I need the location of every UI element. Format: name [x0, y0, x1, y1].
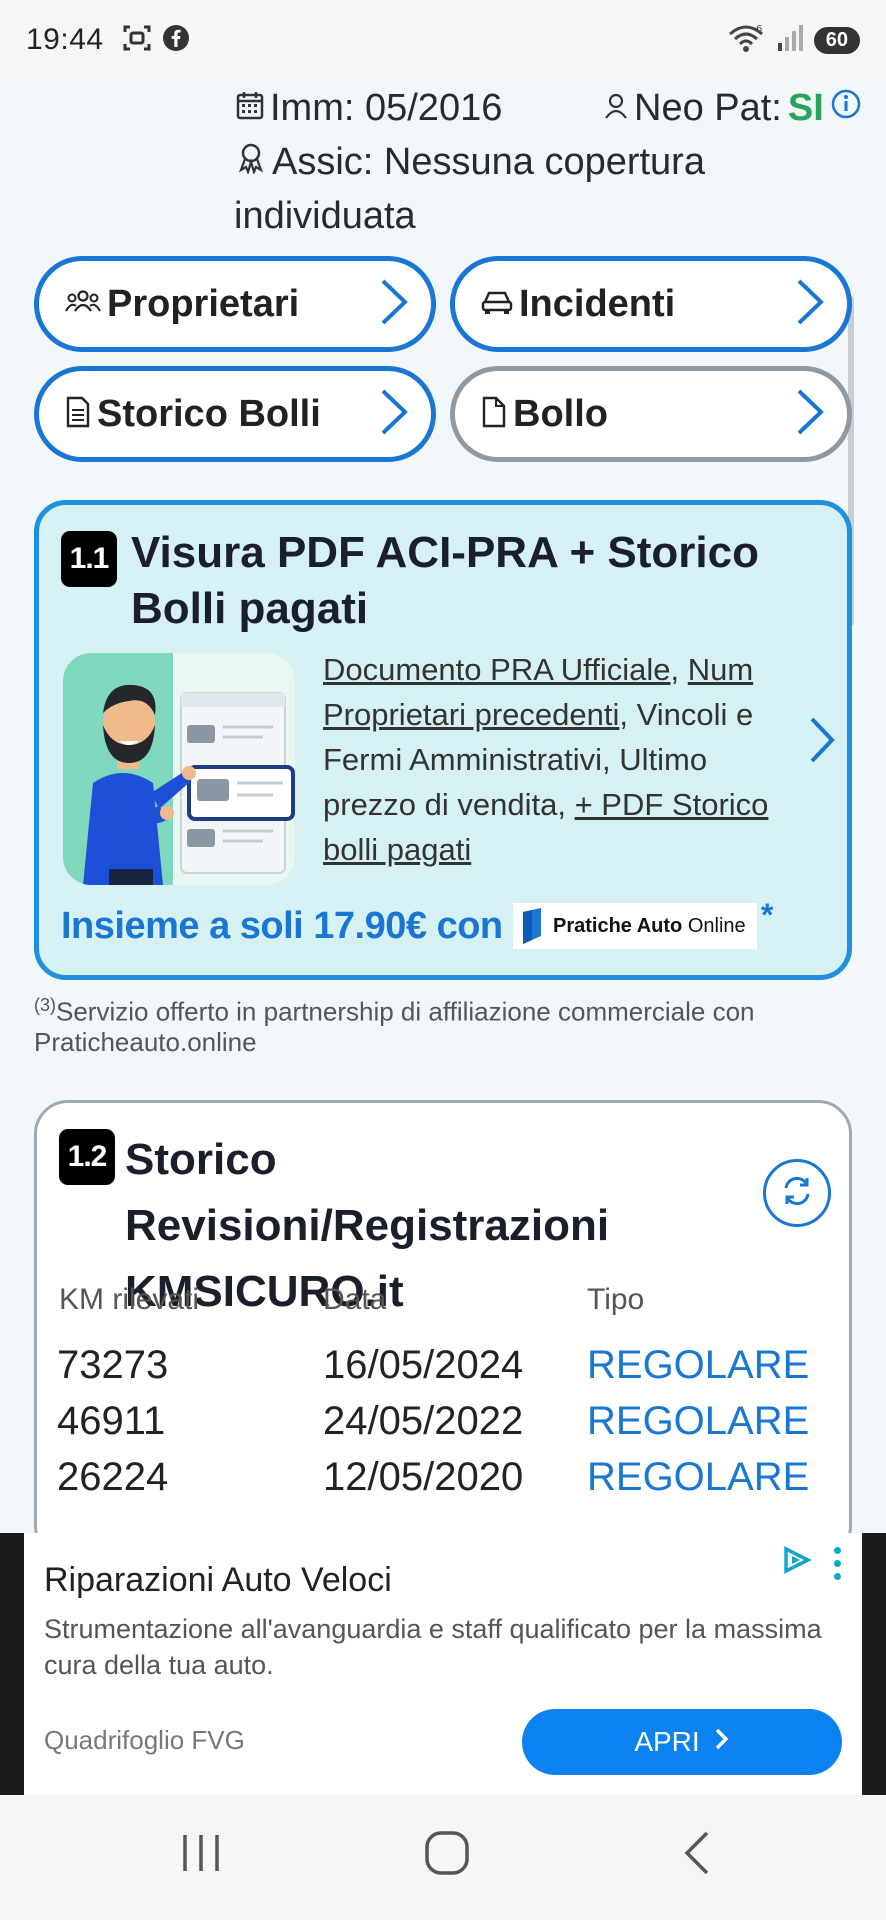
- insurance-line: Assic: Nessuna copertura: [236, 134, 705, 190]
- home-icon: [424, 1830, 470, 1881]
- link-pdf-storico[interactable]: + PDF Storico: [575, 787, 769, 822]
- desc-separator: ,: [670, 652, 688, 687]
- ad-open-button[interactable]: APRI: [522, 1709, 842, 1775]
- refresh-icon: [779, 1173, 815, 1214]
- owners-button[interactable]: Proprietari: [34, 256, 436, 352]
- ad-advertiser: Quadrifoglio FVG: [44, 1725, 245, 1755]
- type-value: REGOLARE: [587, 1343, 810, 1387]
- wifi-icon: 6: [726, 22, 766, 59]
- asterisk: *: [761, 897, 774, 933]
- tax-button[interactable]: Bollo: [450, 366, 852, 462]
- visura-card[interactable]: 1.1 Visura PDF ACI-PRA + Storico Bolli p…: [34, 500, 852, 980]
- footnote: (3)Servizio offerto in partnership di af…: [34, 990, 854, 1057]
- award-icon: [236, 141, 266, 184]
- chevron-right-icon: [793, 277, 827, 332]
- recent-apps-icon: [179, 1831, 223, 1880]
- desc-text-2: Fermi Amministrativi, Ultimo: [323, 742, 708, 777]
- document-lines-icon: [65, 396, 91, 433]
- neo-pat-value: SI: [787, 86, 824, 129]
- chevron-right-icon: [714, 1726, 730, 1758]
- footnote-marker: (3): [34, 995, 56, 1015]
- back-button[interactable]: [662, 1825, 732, 1885]
- screenshot-icon: [122, 23, 152, 58]
- battery-icon: 60: [813, 26, 860, 54]
- footnote-text-2: Praticheauto.online: [34, 1026, 257, 1057]
- adchoices-icon[interactable]: [780, 1545, 814, 1580]
- visura-title-line1: Visura PDF ACI-PRA + Storico: [131, 528, 759, 577]
- km-history-card: 1.2 Storico Revisioni/Registrazioni KMSI…: [34, 1100, 852, 1560]
- person-icon: [604, 87, 628, 130]
- pratiche-auto-online-logo: Pratiche Auto Online: [513, 903, 757, 949]
- info-icon[interactable]: [830, 87, 862, 130]
- ad-menu-icon[interactable]: [834, 1547, 842, 1586]
- tax-history-button[interactable]: Storico Bolli: [34, 366, 436, 462]
- km-title-line1: Storico Revisioni/Registrazioni: [125, 1135, 610, 1250]
- document-icon: [481, 396, 507, 433]
- accidents-label: Incidenti: [519, 282, 676, 325]
- link-proprietari-precedenti[interactable]: Proprietari precedenti: [323, 697, 619, 732]
- desc-text-3: prezzo di vendita,: [323, 787, 575, 822]
- price-text: Insieme a soli 17.90€ con: [61, 905, 503, 947]
- chevron-right-icon: [377, 387, 411, 442]
- visura-title: Visura PDF ACI-PRA + Storico Bolli pagat…: [131, 525, 811, 637]
- date-value: 16/05/2024: [323, 1343, 524, 1387]
- registration-date: Imm: 05/2016: [270, 86, 503, 129]
- col-header-type: Tipo: [587, 1283, 645, 1316]
- navigation-bar: [0, 1795, 886, 1920]
- ad-content[interactable]: Riparazioni Auto Veloci Strumentazione a…: [24, 1533, 862, 1795]
- km-title-line2: KMSICURO.it: [125, 1267, 404, 1316]
- status-time: 19:44: [26, 23, 104, 56]
- insurance-status: Assic: Nessuna copertura: [272, 140, 705, 183]
- accidents-button[interactable]: Incidenti: [450, 256, 852, 352]
- calendar-icon: [236, 87, 264, 130]
- svg-text:6: 6: [756, 24, 762, 35]
- link-num[interactable]: Num: [688, 652, 753, 687]
- registration-line: Imm: 05/2016: [236, 80, 502, 136]
- desc-text-1: , Vincoli e: [619, 697, 754, 732]
- home-button[interactable]: [412, 1825, 482, 1885]
- ad-cta-label: APRI: [634, 1726, 700, 1757]
- ad-title[interactable]: Riparazioni Auto Veloci: [44, 1561, 392, 1600]
- km-value: 73273: [57, 1343, 169, 1387]
- section-badge: 1.1: [61, 531, 117, 587]
- type-value: REGOLARE: [587, 1399, 810, 1443]
- owners-label: Proprietari: [107, 282, 300, 325]
- logo-text-bold: Pratiche Auto: [553, 914, 683, 937]
- insurance-status-cont: individuata: [234, 194, 416, 237]
- refresh-button[interactable]: [763, 1159, 831, 1227]
- chevron-right-icon: [377, 277, 411, 332]
- mechanic-illustration: [63, 653, 295, 885]
- chevron-right-icon: [793, 387, 827, 442]
- back-icon: [679, 1829, 715, 1882]
- recent-apps-button[interactable]: [166, 1825, 236, 1885]
- people-icon: [65, 287, 101, 322]
- chevron-right-icon[interactable]: [807, 715, 837, 770]
- date-value: 12/05/2020: [323, 1455, 524, 1499]
- link-bolli-pagati[interactable]: bolli pagati: [323, 832, 471, 867]
- date-value: 24/05/2022: [323, 1399, 524, 1443]
- neo-pat-label: Neo Pat:: [634, 86, 782, 129]
- neo-pat-line: Neo Pat: SI: [604, 80, 862, 136]
- visura-title-line2: Bolli pagati: [131, 584, 369, 633]
- col-header-date: Data: [323, 1283, 387, 1316]
- visura-description: Documento PRA Ufficiale, Num Proprietari…: [323, 647, 793, 872]
- status-bar: 19:44 6 60: [0, 0, 886, 80]
- tax-history-label: Storico Bolli: [97, 392, 321, 435]
- tax-label: Bollo: [513, 392, 608, 435]
- km-history-title: Storico Revisioni/Registrazioni KMSICURO…: [125, 1127, 745, 1325]
- km-value: 26224: [57, 1455, 169, 1499]
- insurance-line-2: individuata: [234, 188, 416, 244]
- type-value: REGOLARE: [587, 1455, 810, 1499]
- logo-text: Online: [682, 914, 746, 937]
- section-badge: 1.2: [59, 1129, 115, 1185]
- signal-icon: [776, 23, 804, 58]
- link-documento-pra[interactable]: Documento PRA Ufficiale: [323, 652, 670, 687]
- col-header-km: KM rilevati: [59, 1283, 200, 1316]
- facebook-icon: [162, 24, 190, 57]
- car-icon: [481, 288, 513, 321]
- ad-banner[interactable]: Riparazioni Auto Veloci Strumentazione a…: [0, 1533, 886, 1795]
- footnote-text-1: Servizio offerto in partnership di affil…: [56, 996, 755, 1027]
- ad-text: Strumentazione all'avanguardia e staff q…: [44, 1614, 822, 1680]
- km-value: 46911: [57, 1399, 166, 1443]
